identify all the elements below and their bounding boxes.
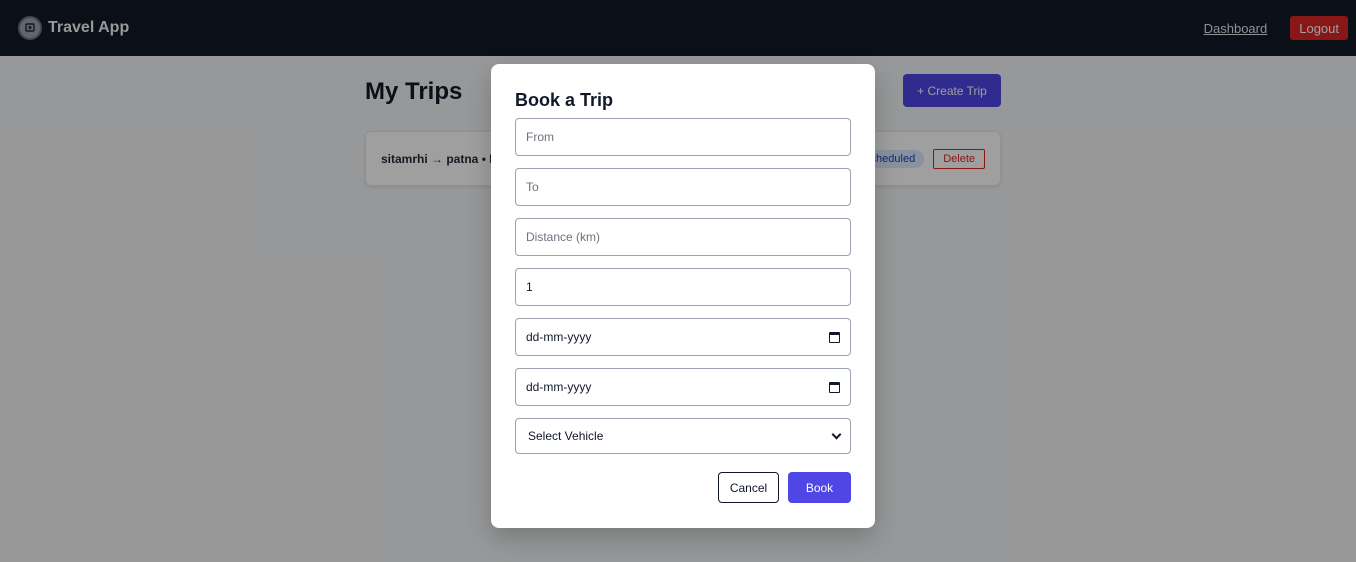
book-trip-modal: Book a Trip dd-mm-yyyy dd-mm-yyyy Select… (491, 64, 875, 528)
distance-input[interactable] (515, 218, 851, 256)
end-date-input[interactable]: dd-mm-yyyy (515, 368, 851, 406)
start-date-input[interactable]: dd-mm-yyyy (515, 318, 851, 356)
start-date-text: dd-mm-yyyy (526, 330, 592, 344)
end-date-text: dd-mm-yyyy (526, 380, 592, 394)
from-input[interactable] (515, 118, 851, 156)
to-input[interactable] (515, 168, 851, 206)
modal-title: Book a Trip (515, 90, 614, 110)
calendar-icon[interactable] (829, 331, 840, 343)
vehicle-select[interactable]: Select Vehicle (515, 418, 851, 454)
calendar-icon[interactable] (829, 381, 840, 393)
cancel-button[interactable]: Cancel (718, 472, 779, 503)
vehicle-select-value: Select Vehicle (528, 429, 604, 443)
chevron-down-icon (831, 429, 842, 439)
book-button[interactable]: Book (788, 472, 851, 503)
passengers-input[interactable] (515, 268, 851, 306)
